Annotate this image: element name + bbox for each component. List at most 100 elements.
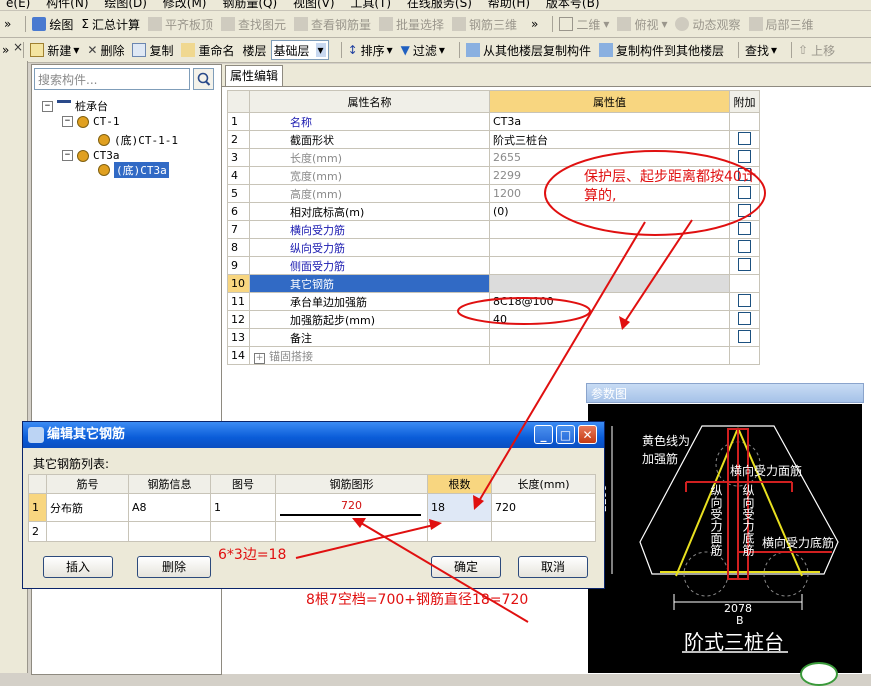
extra-checkbox[interactable]: [738, 239, 751, 253]
tree-node-ct1[interactable]: − CT-1: [62, 115, 120, 128]
extra-checkbox[interactable]: [738, 329, 751, 343]
batch-select-button[interactable]: 批量选择: [379, 16, 444, 33]
close-button[interactable]: ✕: [578, 425, 597, 444]
move-up-button[interactable]: ⇧ 上移: [798, 42, 835, 59]
fig-no-cell[interactable]: 1: [210, 493, 276, 522]
bar-info-cell[interactable]: A8: [128, 493, 211, 522]
view-2d-select[interactable]: 二维 ▾: [559, 16, 609, 33]
bar-no-cell[interactable]: [46, 521, 129, 542]
table-row[interactable]: 9 侧面受力筋: [227, 256, 760, 275]
floor-select[interactable]: 基础层 ▾: [270, 40, 329, 60]
dialog-titlebar[interactable]: 编辑其它钢筋 _ □ ✕: [23, 422, 604, 448]
cancel-button[interactable]: 取消: [518, 556, 588, 578]
bar-info-cell[interactable]: [128, 521, 211, 542]
tree-node-ct3a-child[interactable]: (底)CT3a: [98, 162, 169, 178]
menu-item[interactable]: 视图(V): [293, 0, 335, 10]
length-cell[interactable]: [491, 521, 596, 542]
menu-item[interactable]: 版本号(B): [546, 0, 600, 10]
prop-value[interactable]: CT3a: [489, 112, 730, 131]
search-button[interactable]: [193, 68, 214, 90]
prop-value[interactable]: [489, 346, 730, 365]
minimize-button[interactable]: _: [534, 425, 553, 444]
copy-from-floor-button[interactable]: 从其他楼层复制构件: [465, 42, 591, 59]
delete-button[interactable]: 删除: [137, 556, 211, 578]
toolbar-overflow-icon-3[interactable]: »: [2, 43, 9, 57]
table-row[interactable]: 8 纵向受力筋: [227, 238, 760, 257]
prop-value[interactable]: [489, 328, 730, 347]
table-row[interactable]: 3 长度(mm) 2655: [227, 148, 760, 167]
bar-shape-cell[interactable]: 720: [275, 493, 428, 522]
maximize-button[interactable]: □: [556, 425, 575, 444]
delete-button[interactable]: ✕ 删除: [87, 42, 124, 59]
table-row[interactable]: 12 加强筋起步(mm) 40: [227, 310, 760, 329]
search-input[interactable]: 搜索构件...: [34, 68, 190, 90]
prop-value[interactable]: 8C18@100: [489, 292, 730, 311]
table-row-selected[interactable]: 10 其它钢筋: [227, 274, 760, 293]
prop-value[interactable]: [489, 256, 730, 275]
toolbar-overflow-icon-2[interactable]: »: [531, 17, 538, 31]
extra-checkbox[interactable]: [738, 311, 751, 325]
prop-value[interactable]: 40: [489, 310, 730, 329]
table-row[interactable]: 1 名称 CT3a: [227, 112, 760, 131]
dynamic-view-button[interactable]: 动态观察: [675, 16, 741, 33]
copy-button[interactable]: 复制: [132, 42, 173, 59]
tab-property-edit[interactable]: 属性编辑: [225, 65, 283, 86]
expand-icon[interactable]: +: [254, 352, 265, 364]
table-row[interactable]: 1 分布筋 A8 1 720 18 720: [28, 493, 596, 522]
collapse-icon[interactable]: −: [62, 150, 73, 161]
insert-button[interactable]: 插入: [43, 556, 113, 578]
menu-item[interactable]: 在线服务(S): [407, 0, 472, 10]
fig-no-cell[interactable]: [210, 521, 276, 542]
local-3d-button[interactable]: 局部三维: [748, 16, 814, 33]
collapse-icon[interactable]: −: [62, 116, 73, 127]
draw-button[interactable]: 绘图: [32, 16, 73, 33]
length-cell[interactable]: 720: [491, 493, 596, 522]
prop-value[interactable]: 阶式三桩台: [489, 130, 730, 149]
menu-item[interactable]: 钢筋量(Q): [222, 0, 277, 10]
bar-shape-cell[interactable]: [275, 521, 428, 542]
copy-to-floor-button[interactable]: 复制构件到其他楼层: [598, 42, 724, 59]
prop-value[interactable]: [489, 220, 730, 239]
count-cell[interactable]: [427, 521, 492, 542]
ok-button[interactable]: 确定: [431, 556, 501, 578]
prop-value[interactable]: 2655: [489, 148, 730, 167]
extra-checkbox[interactable]: [738, 221, 751, 235]
tree-node-root[interactable]: − 桩承台: [42, 98, 108, 114]
table-row[interactable]: 14 + 锚固搭接: [227, 346, 760, 365]
top-view-button[interactable]: 俯视 ▾: [617, 16, 667, 33]
table-row[interactable]: 7 横向受力筋: [227, 220, 760, 239]
rebar-3d-button[interactable]: 钢筋三维: [452, 16, 517, 33]
menu-item[interactable]: 修改(M): [163, 0, 207, 10]
toolbar-overflow-icon[interactable]: »: [4, 17, 11, 31]
menu-item[interactable]: e(E): [6, 0, 30, 10]
menu-item[interactable]: 绘图(D): [104, 0, 147, 10]
count-cell[interactable]: 18: [427, 493, 492, 522]
table-row[interactable]: 11 承台单边加强筋 8C18@100: [227, 292, 760, 311]
prop-value[interactable]: [489, 238, 730, 257]
tree-node-ct1-child[interactable]: (底)CT-1-1: [98, 132, 178, 148]
new-button[interactable]: 新建 ▾: [30, 42, 79, 59]
find-button[interactable]: 查找 ▾: [745, 42, 777, 59]
extra-checkbox[interactable]: [738, 293, 751, 307]
sum-button[interactable]: Σ 汇总计算: [81, 16, 140, 33]
extra-checkbox[interactable]: [738, 149, 751, 163]
menu-item[interactable]: 帮助(H): [488, 0, 530, 10]
table-row[interactable]: 13 备注: [227, 328, 760, 347]
menu-item[interactable]: 构件(N): [46, 0, 88, 10]
flat-button[interactable]: 平齐板顶: [147, 16, 213, 33]
extra-checkbox[interactable]: [738, 131, 751, 145]
filter-button[interactable]: ▼ 过滤 ▾: [401, 42, 445, 59]
menu-item[interactable]: 工具(T): [350, 0, 391, 10]
collapse-icon[interactable]: −: [42, 100, 53, 112]
table-row[interactable]: 2 截面形状 阶式三桩台: [227, 130, 760, 149]
view-rebar-button[interactable]: 查看钢筋量: [294, 16, 371, 33]
tree-node-ct3a[interactable]: − CT3a: [62, 149, 120, 162]
bar-no-cell[interactable]: 分布筋: [46, 493, 129, 522]
find-element-button[interactable]: 查找图元: [220, 16, 286, 33]
prop-value[interactable]: [489, 274, 730, 293]
close-icon[interactable]: ×: [13, 40, 23, 54]
extra-checkbox[interactable]: [738, 257, 751, 271]
table-row[interactable]: 2: [28, 521, 596, 542]
sort-button[interactable]: ↕ 排序 ▾: [348, 42, 393, 59]
rename-button[interactable]: 重命名: [181, 42, 235, 59]
